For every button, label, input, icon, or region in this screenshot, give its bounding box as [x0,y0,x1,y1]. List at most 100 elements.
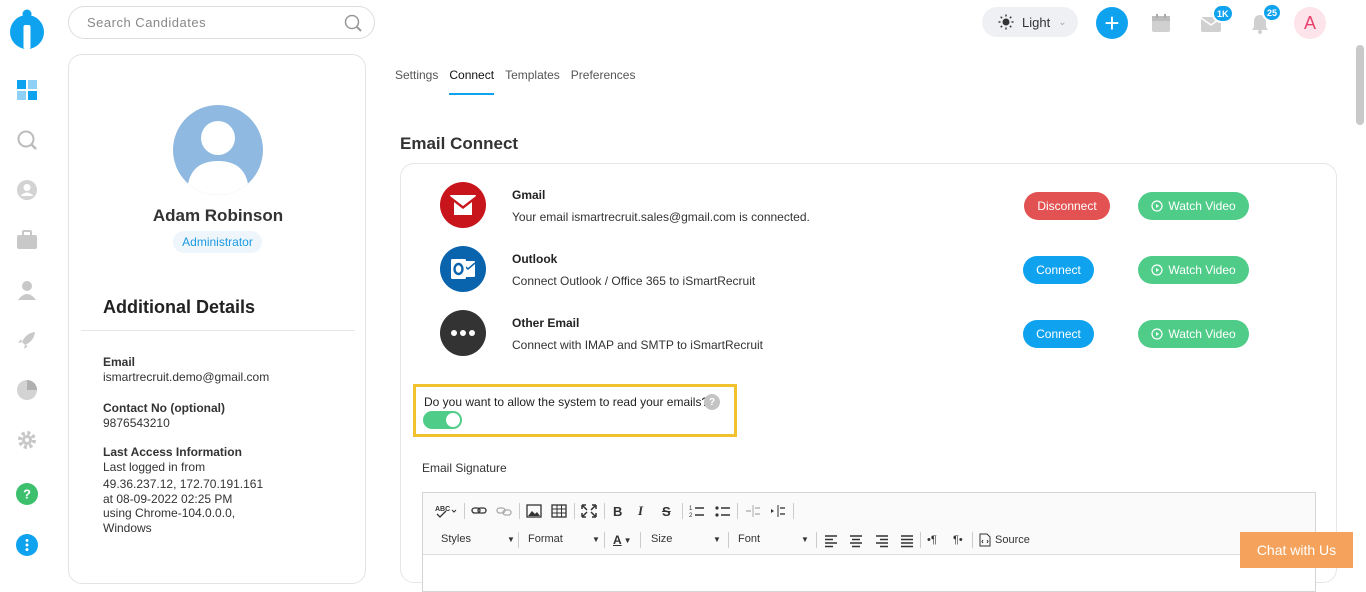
reports-pie-icon[interactable] [15,378,39,402]
divider [81,330,355,331]
text-color-dropdown[interactable]: A ▼ [613,533,632,547]
ltr-direction-icon[interactable]: •¶ [927,531,937,549]
strikethrough-icon[interactable]: S [662,502,671,520]
contact-detail: Contact No (optional) 9876543210 [103,401,225,431]
user-silhouette-icon [187,121,249,195]
gmail-name: Gmail [512,188,546,202]
gmail-watch-video-button[interactable]: Watch Video [1138,192,1249,220]
source-code-icon [979,533,991,547]
left-nav-rail: ? [0,0,54,568]
unlink-icon[interactable] [496,502,512,520]
chevron-down-icon: ⌄ [1058,16,1067,28]
dashboard-icon[interactable] [15,78,39,102]
tab-preferences[interactable]: Preferences [571,66,636,95]
add-new-button[interactable]: + [1096,7,1128,39]
align-left-icon[interactable] [824,532,838,550]
other-email-more-icon [440,310,486,356]
caret-down-icon: ▼ [623,535,632,545]
signature-editor[interactable]: ABC B I S 12 Styles ▼ Format ▼ A ▼ Size … [422,492,1316,592]
last-access-ip: 49.36.237.12, 172.70.191.161 [103,477,264,491]
link-icon[interactable] [471,502,487,520]
tab-connect[interactable]: Connect [449,66,495,95]
other-email-connect-button[interactable]: Connect [1023,320,1094,348]
size-dropdown[interactable]: Size ▼ [651,533,725,545]
read-emails-permission: Do you want to allow the system to read … [413,384,737,437]
toolbar-separator [640,532,641,548]
toolbar-separator [728,532,729,548]
tab-templates[interactable]: Templates [505,66,560,95]
table-icon[interactable] [551,502,567,520]
toolbar-separator [920,532,921,548]
chat-with-us-button[interactable]: Chat with Us [1240,532,1353,568]
format-label: Format [528,533,563,545]
settings-gear-icon[interactable] [15,428,39,452]
svg-text:1: 1 [689,506,693,512]
gmail-status: Your email ismartrecruit.sales@gmail.com… [512,210,810,224]
italic-icon[interactable]: I [638,502,643,520]
toolbar-separator [793,503,794,519]
source-button[interactable]: Source [979,533,1030,547]
email-signature-label: Email Signature [422,461,507,475]
bold-icon[interactable]: B [613,502,622,520]
outlook-watch-video-button[interactable]: Watch Video [1138,256,1249,284]
play-circle-icon [1151,264,1163,276]
caret-down-icon: ▼ [592,534,600,544]
play-circle-icon [1151,328,1163,340]
gmail-disconnect-button[interactable]: Disconnect [1024,192,1110,220]
theme-selector[interactable]: Light ⌄ [982,7,1078,37]
help-circle-icon[interactable]: ? [704,394,720,410]
justify-icon[interactable] [900,532,914,550]
candidates-icon[interactable] [15,178,39,202]
email-label: Email [103,355,136,369]
numbered-list-icon[interactable]: 12 [689,502,705,520]
tab-settings[interactable]: Settings [395,66,438,95]
caret-down-icon: ▼ [507,534,515,544]
contacts-icon[interactable] [15,278,39,302]
outlook-desc: Connect Outlook / Office 365 to iSmartRe… [512,274,756,288]
maximize-icon[interactable] [581,502,597,520]
outlook-connect-button[interactable]: Connect [1023,256,1094,284]
align-center-icon[interactable] [849,532,863,550]
styles-dropdown[interactable]: Styles ▼ [441,533,515,545]
outdent-icon[interactable] [745,502,761,520]
search-nav-icon[interactable] [15,128,39,152]
calendar-icon[interactable] [1150,12,1172,34]
app-logo[interactable] [9,8,45,50]
indent-icon[interactable] [770,502,786,520]
toolbar-separator [604,532,605,548]
jobs-briefcase-icon[interactable] [15,228,39,252]
last-access-label: Last Access Information [103,445,242,459]
toggle-knob [446,413,460,427]
toolbar-separator [972,532,973,548]
play-circle-icon [1151,200,1163,212]
image-icon[interactable] [526,502,542,520]
bullet-list-icon[interactable] [715,502,731,520]
settings-tabs: Settings Connect Templates Preferences [395,66,646,96]
other-email-watch-video-button[interactable]: Watch Video [1138,320,1249,348]
campaign-rocket-icon[interactable] [15,328,39,352]
theme-label: Light [1022,14,1051,30]
more-menu-icon[interactable] [15,533,39,557]
toolbar-separator [816,532,817,548]
align-right-icon[interactable] [875,532,889,550]
page-scrollbar[interactable] [1356,45,1364,125]
read-emails-toggle[interactable] [423,411,462,429]
help-icon[interactable]: ? [15,482,39,506]
search-icon[interactable] [344,14,362,32]
watch-video-label: Watch Video [1168,263,1236,277]
size-label: Size [651,533,673,545]
toolbar-separator [737,503,738,519]
editor-toolbar: ABC B I S 12 Styles ▼ Format ▼ A ▼ Size … [423,493,1315,555]
rtl-direction-icon[interactable]: ¶• [953,531,963,549]
outlook-logo-icon [440,246,486,292]
search-candidates-box[interactable] [68,6,375,39]
notification-count-badge: 25 [1262,3,1283,22]
spellcheck-icon[interactable]: ABC [435,502,459,520]
toolbar-separator [682,503,683,519]
user-avatar[interactable]: A [1294,7,1326,39]
styles-label: Styles [441,533,471,545]
contact-value: 9876543210 [103,416,170,430]
font-dropdown[interactable]: Font ▼ [738,533,812,545]
search-input[interactable] [87,15,337,30]
format-dropdown[interactable]: Format ▼ [528,533,602,545]
